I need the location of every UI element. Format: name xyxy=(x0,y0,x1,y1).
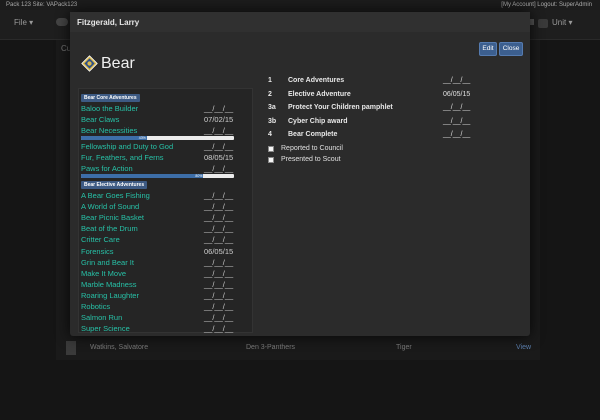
elective-adventure-item[interactable]: Roaring Laughter xyxy=(81,291,139,300)
elective-adventure-item[interactable]: Super Science xyxy=(81,324,130,333)
core-adventure-date: __/__/__ xyxy=(204,126,234,135)
core-adventure-item[interactable]: Baloo the Builder xyxy=(81,104,138,113)
user-icon[interactable] xyxy=(538,19,548,28)
elective-adventure-date: 06/05/15 xyxy=(204,246,234,256)
row-rank: Tiger xyxy=(396,344,412,351)
elective-adventure-item[interactable]: A World of Sound xyxy=(81,202,139,211)
core-adventure-date: 07/02/15 xyxy=(204,115,234,124)
requirement-date: __/__/__ xyxy=(443,104,471,111)
requirement-number: 3b xyxy=(268,117,277,125)
checkbox[interactable] xyxy=(268,157,274,163)
requirement-date: 06/05/15 xyxy=(443,90,471,98)
elective-adventure-item[interactable]: A Bear Goes Fishing xyxy=(81,191,150,200)
checkbox-label: Reported to Council xyxy=(281,145,343,152)
row-name: Watkins, Salvatore xyxy=(90,344,149,351)
core-adventure-date: __/__/__ xyxy=(204,104,234,113)
avatar xyxy=(66,341,76,355)
core-adventure-date: 08/05/15 xyxy=(204,153,234,162)
row-view-link[interactable]: View xyxy=(516,344,531,351)
progress-label: 80% xyxy=(195,174,203,178)
elective-adventure-date: __/__/__ xyxy=(204,290,234,300)
core-adventure-item[interactable]: Fellowship and Duty to God xyxy=(81,142,173,151)
elective-adventure-item[interactable]: Robotics xyxy=(81,302,110,311)
requirement-label: Bear Complete xyxy=(288,131,338,138)
requirement-label: Core Adventures xyxy=(288,77,345,84)
core-adventure-date: __/__/__ xyxy=(204,164,234,173)
core-adventure-item[interactable]: Bear Claws xyxy=(81,115,119,124)
close-button[interactable]: Close xyxy=(499,42,523,56)
elective-adventure-date: __/__/__ xyxy=(204,202,234,212)
progress-fill: 43% xyxy=(81,136,147,140)
elective-adventure-date: __/__/__ xyxy=(204,324,234,334)
advancement-modal: Fitzgerald, Larry Edit Close Bear Bear C… xyxy=(70,12,530,336)
cub-scout-logo-icon xyxy=(81,55,98,72)
elective-adventure-date: __/__/__ xyxy=(204,213,234,223)
requirement-number: 2 xyxy=(268,90,272,98)
elective-adventure-date: __/__/__ xyxy=(204,235,234,245)
elective-adventure-date: __/__/__ xyxy=(204,279,234,289)
elective-adventure-item[interactable]: Forensics xyxy=(81,247,114,256)
requirement-number: 4 xyxy=(268,131,272,138)
adventure-list-panel: Bear Core Adventures Baloo the Builder _… xyxy=(78,88,253,333)
requirement-date: __/__/__ xyxy=(443,117,471,125)
progress-fill: 80% xyxy=(81,174,204,178)
modal-header: Fitzgerald, Larry xyxy=(70,12,530,32)
requirement-number: 1 xyxy=(268,77,272,84)
elective-adventure-item[interactable]: Marble Madness xyxy=(81,280,136,289)
core-adventure-date: __/__/__ xyxy=(204,142,234,151)
requirement-label: Elective Adventure xyxy=(288,90,351,98)
elective-adventure-date: __/__/__ xyxy=(204,191,234,200)
core-adventure-item[interactable]: Fur, Feathers, and Ferns xyxy=(81,153,164,162)
elective-adventure-item[interactable]: Make It Move xyxy=(81,269,126,278)
elective-adventure-item[interactable]: Beat of the Drum xyxy=(81,224,138,233)
requirement-number: 3a xyxy=(268,104,276,111)
core-adventure-item[interactable]: Paws for Action xyxy=(81,164,133,173)
site-label: Pack 123 Site: VAPack123 xyxy=(6,2,78,8)
core-adventure-item[interactable]: Bear Necessities xyxy=(81,126,137,135)
student-name: Fitzgerald, Larry xyxy=(77,18,140,27)
file-menu[interactable]: File ▾ xyxy=(14,18,33,27)
elective-adventure-date: __/__/__ xyxy=(204,268,234,278)
top-status-bar: Pack 123 Site: VAPack123 [My Account] Lo… xyxy=(0,0,600,10)
edit-button[interactable]: Edit xyxy=(479,42,497,56)
elective-adventure-item[interactable]: Critter Care xyxy=(81,235,120,244)
unit-menu[interactable]: Unit ▾ xyxy=(552,18,572,27)
elective-adventure-date: __/__/__ xyxy=(204,302,234,311)
cloud-icon[interactable] xyxy=(56,18,68,26)
elective-adventure-item[interactable]: Bear Picnic Basket xyxy=(81,213,144,222)
requirement-label: Cyber Chip award xyxy=(288,117,348,125)
elective-adventure-date: __/__/__ xyxy=(204,257,234,267)
table-row: Watkins, Salvatore Den 3-Panthers Tiger … xyxy=(66,339,536,357)
account-links[interactable]: [My Account] Logout: SuperAdmin xyxy=(501,2,592,8)
elective-adventure-item[interactable]: Salmon Run xyxy=(81,313,122,322)
elective-adventure-item[interactable]: Grin and Bear It xyxy=(81,258,134,267)
rank-title: Bear xyxy=(101,55,135,72)
progress-bar: 43% xyxy=(81,136,234,140)
progress-bar: 80% xyxy=(81,174,234,178)
checkbox-label: Presented to Scout xyxy=(281,156,341,163)
elective-section-label: Bear Elective Adventures xyxy=(81,181,148,189)
elective-adventure-date: __/__/__ xyxy=(204,224,234,234)
row-den: Den 3-Panthers xyxy=(246,344,296,351)
requirement-date: __/__/__ xyxy=(443,131,471,138)
checkbox[interactable] xyxy=(268,146,274,152)
elective-adventure-date: __/__/__ xyxy=(204,313,234,323)
requirement-date: __/__/__ xyxy=(443,77,471,84)
core-section-label: Bear Core Adventures xyxy=(81,94,140,102)
requirement-label: Protect Your Children pamphlet xyxy=(288,104,393,111)
progress-label: 43% xyxy=(138,136,146,140)
